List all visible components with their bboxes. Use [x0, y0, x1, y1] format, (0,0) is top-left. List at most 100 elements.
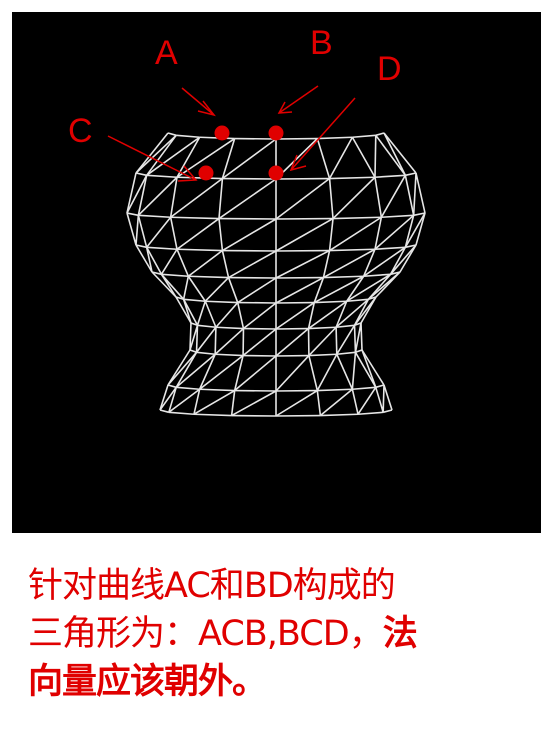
mesh-ring-edge — [375, 132, 385, 137]
mesh-diagonal-edge — [215, 302, 239, 328]
mesh-ring-edge — [199, 388, 235, 392]
mesh-column-edge — [328, 218, 334, 251]
mesh-ring-edge — [176, 248, 223, 252]
mesh-column-edge — [375, 387, 384, 413]
mesh-ring-edge — [146, 174, 178, 179]
mesh-column-edge — [308, 355, 319, 391]
mesh-diagonal-edge — [275, 217, 334, 252]
mesh-ring-edge — [159, 409, 170, 414]
wireframe-view: A B C D — [12, 12, 541, 533]
mesh-ring-edge — [352, 134, 376, 139]
mesh-ring-edge — [176, 176, 223, 180]
mesh-ring-edge — [161, 273, 189, 278]
mesh-column-edge — [175, 351, 198, 388]
mesh-diagonal-edge — [218, 178, 277, 220]
caption: 针对曲线AC和BD构成的 三角形为：ACB,BCD，法 向量应该朝外。 — [28, 562, 538, 706]
mesh-column-edge — [351, 136, 376, 178]
mesh-column-edge — [236, 302, 245, 329]
mesh-ring-edge — [332, 216, 382, 220]
mesh-column-edge — [218, 178, 224, 219]
mesh-diagonal-edge — [275, 354, 310, 392]
mesh-ring-edge — [189, 349, 197, 354]
mesh-ring-edge — [196, 351, 216, 356]
mesh-ring-edge — [308, 353, 337, 357]
mesh-ring-edge — [357, 411, 384, 416]
mesh-column-edge — [214, 327, 217, 355]
caption-line-2: 三角形为：ACB,BCD，法 — [28, 610, 538, 658]
mesh-column-edge — [316, 138, 331, 179]
caption-line-2-text: 三角形为：ACB,BCD， — [28, 614, 384, 654]
mesh-diagonal-edge — [242, 302, 277, 330]
mesh-ring-edge — [205, 300, 238, 304]
mesh-column-edge — [187, 275, 206, 302]
mesh-ring-edge — [329, 248, 376, 252]
mesh-ring-edge — [382, 409, 393, 414]
mesh-column-edge — [404, 175, 415, 216]
mesh-ring-edge — [381, 214, 414, 219]
label-c: C — [68, 112, 93, 150]
mesh-diagonal-edge — [412, 172, 417, 216]
mesh-column-edge — [159, 384, 169, 411]
mesh-ring-edge — [405, 172, 417, 177]
mesh-diagonal-edge — [221, 138, 277, 180]
mesh-diagonal-edge — [374, 135, 377, 178]
mesh-ring-edge — [320, 413, 359, 417]
mesh-column-edge — [218, 218, 224, 251]
mesh-ring-edge — [193, 413, 232, 417]
mesh-column-edge — [415, 172, 426, 214]
point-a — [214, 125, 230, 141]
mesh-diagonal-edge — [193, 389, 236, 415]
mesh-column-edge — [227, 277, 239, 303]
mesh-diagonal-edge — [383, 132, 407, 176]
mesh-diagonal-edge — [195, 326, 217, 353]
mesh-column-edge — [221, 138, 236, 179]
mesh-ring-edge — [167, 384, 177, 389]
mesh-diagonal-edge — [319, 388, 353, 417]
mesh-ring-edge — [176, 134, 200, 139]
mesh-column-edge — [204, 300, 217, 328]
mesh-diagonal-edge — [328, 136, 354, 179]
mesh-diagonal-edge — [204, 276, 230, 302]
mesh-diagonal-edge — [170, 177, 223, 218]
label-a: A — [155, 34, 178, 72]
point-c — [198, 165, 214, 181]
mesh-column-edge — [351, 389, 359, 415]
mesh-ring-edge — [317, 388, 353, 392]
mesh-ring-edge — [215, 326, 244, 330]
mesh-column-edge — [126, 212, 137, 246]
mesh-column-edge — [316, 390, 322, 416]
mesh-diagonal-edge — [308, 326, 337, 357]
mesh-column-edge — [415, 212, 426, 246]
mesh-diagonal-edge — [275, 249, 330, 279]
mesh-ring-edge — [336, 351, 356, 356]
mesh-column-edge — [374, 177, 383, 218]
mesh-ring-edge — [314, 300, 347, 304]
label-b: B — [310, 24, 333, 62]
mesh-ring-edge — [308, 326, 337, 330]
arrow-b — [278, 85, 319, 114]
mesh-ring-edge — [135, 172, 147, 177]
mesh-diagonal-edge — [187, 249, 223, 277]
mesh-ring-edge — [146, 246, 178, 251]
mesh-diagonal-edge — [336, 324, 356, 355]
mesh-diagonal-edge — [176, 217, 220, 250]
mesh-diagonal-edge — [126, 174, 148, 214]
mesh-ring-edge — [323, 275, 364, 279]
mesh-diagonal-edge — [182, 276, 190, 300]
mesh-diagonal-edge — [160, 273, 177, 298]
point-d — [268, 165, 284, 181]
mesh-diagonal-edge — [275, 389, 318, 417]
mesh-diagonal-edge — [159, 386, 177, 411]
mesh-column-edge — [176, 248, 190, 277]
mesh-ring-edge — [167, 132, 177, 137]
mesh-diagonal-edge — [404, 212, 426, 248]
mesh-ring-edge — [329, 176, 376, 180]
mesh-ring-edge — [170, 216, 220, 220]
mesh-diagonal-edge — [231, 390, 277, 417]
mesh-column-edge — [360, 322, 363, 351]
arrow-a — [181, 87, 215, 116]
mesh-ring-edge — [138, 214, 171, 219]
mesh-diagonal-edge — [242, 328, 277, 357]
mesh-column-edge — [137, 215, 148, 248]
point-b — [268, 125, 284, 141]
